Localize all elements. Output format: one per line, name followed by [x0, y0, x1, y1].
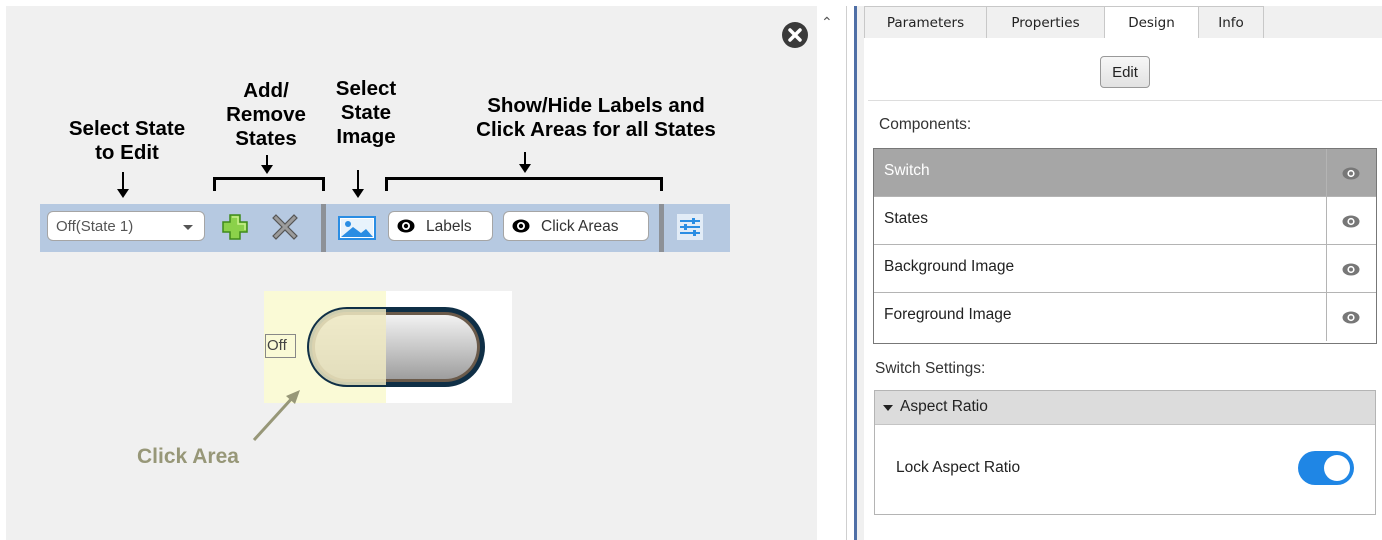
annotation-bracket [385, 177, 663, 191]
chevron-up-icon[interactable]: ⌃ [821, 14, 833, 31]
plus-icon[interactable] [221, 213, 249, 241]
close-circle-icon[interactable] [781, 21, 809, 49]
components-label: Components: [879, 116, 972, 133]
eye-icon[interactable] [1342, 167, 1360, 180]
tab-design[interactable]: Design [1104, 6, 1199, 39]
labels-button[interactable]: Labels [388, 211, 493, 241]
aspect-ratio-title: Aspect Ratio [900, 398, 988, 415]
annotation-arrow [117, 172, 129, 198]
image-icon[interactable] [338, 216, 376, 240]
toolbar-separator [321, 204, 326, 252]
panel-divider [846, 6, 847, 540]
chevron-down-icon [183, 225, 193, 230]
component-name: States [884, 210, 928, 227]
component-row-foreground-image[interactable]: Foreground Image [874, 293, 1376, 341]
labels-button-label: Labels [426, 218, 472, 235]
tab-properties[interactable]: Properties [986, 6, 1105, 39]
component-name: Switch [884, 162, 930, 179]
annotation-arrow [352, 170, 364, 198]
tab-parameters[interactable]: Parameters [864, 6, 987, 39]
sliders-icon[interactable] [677, 214, 703, 240]
aspect-ratio-header[interactable]: Aspect Ratio [875, 391, 1375, 425]
component-row-states[interactable]: States [874, 197, 1376, 245]
switch-graphic [307, 307, 485, 387]
divider [868, 100, 1382, 101]
column-separator [1326, 149, 1327, 197]
caret-down-icon [883, 405, 893, 411]
click-areas-button[interactable]: Click Areas [503, 211, 649, 241]
click-area-annotation: Click Area [137, 445, 239, 468]
state-dropdown-value: Off(State 1) [56, 218, 134, 235]
column-separator [1326, 197, 1327, 245]
annotation-bracket [213, 177, 325, 191]
annotation-arrow [519, 152, 531, 173]
toolbar-separator [659, 204, 664, 252]
click-areas-button-label: Click Areas [541, 218, 619, 235]
column-separator [1326, 293, 1327, 341]
eye-icon[interactable] [1342, 215, 1360, 228]
state-label: Off [265, 334, 296, 358]
click-area-pointer [252, 390, 300, 442]
annotation-arrow [261, 155, 273, 174]
eye-icon[interactable] [1342, 311, 1360, 324]
x-icon[interactable] [271, 213, 299, 241]
toggle-knob [1324, 455, 1350, 481]
component-row-background-image[interactable]: Background Image [874, 245, 1376, 293]
switch-settings-label: Switch Settings: [875, 360, 986, 377]
component-name: Background Image [884, 258, 1015, 275]
eye-icon [397, 219, 415, 233]
edit-button[interactable]: Edit [1100, 56, 1150, 88]
editor-canvas [6, 6, 817, 540]
annotation-select-image: Select State Image [335, 77, 397, 148]
component-name: Foreground Image [884, 306, 1012, 323]
annotation-show-hide: Show/Hide Labels and Click Areas for all… [476, 94, 716, 141]
annotation-select-state: Select State to Edit [68, 117, 186, 164]
tab-info[interactable]: Info [1198, 6, 1264, 39]
annotation-add-remove: Add/ Remove States [226, 79, 306, 150]
lock-aspect-ratio-toggle[interactable] [1298, 451, 1354, 485]
lock-aspect-ratio-label: Lock Aspect Ratio [896, 459, 1021, 476]
component-row-switch[interactable]: Switch [874, 149, 1376, 197]
eye-icon [512, 219, 530, 233]
state-dropdown[interactable]: Off(State 1) [47, 211, 205, 241]
eye-icon[interactable] [1342, 263, 1360, 276]
column-separator [1326, 245, 1327, 293]
